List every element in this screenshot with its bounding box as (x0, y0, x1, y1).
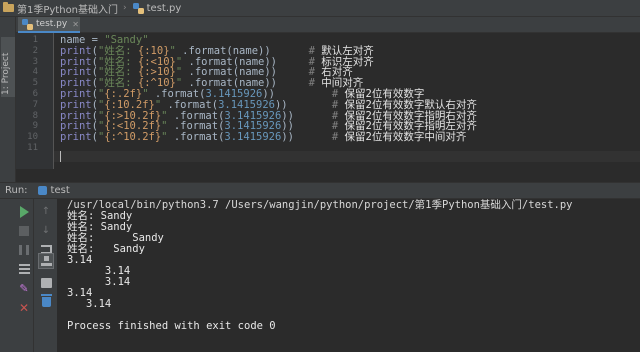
line-number: 10 (27, 132, 38, 143)
stop-icon (19, 226, 29, 236)
stop-button[interactable] (17, 224, 31, 238)
python-run-icon (37, 186, 47, 195)
console-output-line: 姓名: Sandy (67, 232, 164, 244)
code-line: print("{:^10.2f}" .format(3.1415926)) # … (60, 132, 466, 143)
run-panel-header: Run: test (0, 182, 640, 199)
console-output-line: 3.14 (67, 287, 93, 299)
run-console[interactable]: /usr/local/bin/python3.7 /Users/wangjin/… (58, 199, 640, 352)
pin-tab-button[interactable]: ✎ (17, 282, 31, 296)
code-token: # (331, 131, 345, 144)
line-number: 8 (32, 110, 38, 121)
python-file-icon (132, 2, 144, 14)
rerun-button[interactable] (17, 205, 31, 219)
close-icon[interactable]: ✕ (72, 20, 79, 29)
scroll-down-button[interactable]: ↓ (39, 224, 53, 238)
navigation-bar: 第1季Python基础入门 › test.py (0, 0, 640, 17)
arrow-down-icon: ↓ (41, 225, 51, 236)
run-panel-title: Run: (5, 185, 28, 196)
breadcrumb-separator: › (123, 3, 127, 13)
code-token: 3.1415926 (224, 131, 282, 144)
scroll-to-end-button[interactable] (39, 254, 53, 268)
line-number: 3 (32, 56, 38, 67)
close-icon: ✕ (18, 301, 30, 315)
code-area[interactable]: name = "Sandy" print("姓名: {:10}" .format(… (60, 33, 640, 169)
code-token: 保留2位有效数字中间对齐 (344, 131, 467, 144)
console-output-line: 3.14 (67, 298, 112, 310)
arrow-up-icon: ↑ (41, 206, 51, 217)
text-caret (60, 151, 61, 162)
run-config-label: test (50, 185, 70, 196)
console-output-line: 3.14 (67, 254, 93, 266)
line-number: 9 (32, 121, 38, 132)
breadcrumb-file[interactable]: test.py (132, 2, 182, 14)
print-icon (40, 278, 52, 288)
run-toolbar-primary: ✎ ✕ (0, 199, 34, 352)
line-number-gutter: 1 2 3 4 5 6 7 8 9 10 11 (16, 33, 54, 169)
console-output-line: 姓名: Sandy (67, 243, 145, 255)
console-output-line: 3.14 (67, 276, 131, 288)
scroll-up-button[interactable]: ↑ (39, 205, 53, 219)
console-output-line: 3.14 (67, 265, 131, 277)
pin-icon: ✎ (19, 282, 29, 295)
line-number: 2 (32, 45, 38, 56)
run-config-tab[interactable]: test (37, 185, 70, 196)
breadcrumb-project[interactable]: 第1季Python基础入门 (3, 1, 118, 16)
code-token: {:^10.2f} (104, 131, 162, 144)
code-editor[interactable]: 1 2 3 4 5 6 7 8 9 10 11 name = "Sandy" print("姓名: {… (16, 33, 640, 169)
console-output-line: Process finished with exit code 0 (67, 320, 276, 332)
close-run-button[interactable]: ✕ (17, 301, 31, 315)
line-number: 1 (32, 35, 38, 45)
scroll-end-icon (40, 256, 52, 266)
line-number: 4 (32, 67, 38, 78)
folder-icon (3, 2, 14, 12)
play-icon (19, 206, 29, 218)
editor-tab-row: test.py ✕ (16, 17, 640, 33)
code-token: .format( (167, 131, 225, 144)
tab-test-py[interactable]: test.py ✕ (18, 17, 80, 33)
pause-icon (19, 245, 29, 255)
code-token: print (60, 131, 92, 144)
layout-icon (18, 264, 30, 274)
line-number: 11 (27, 143, 38, 153)
breadcrumb-project-label: 第1季Python基础入门 (17, 4, 119, 16)
console-command-line: /usr/local/bin/python3.7 /Users/wangjin/… (67, 199, 573, 211)
pause-button[interactable] (17, 243, 31, 257)
clear-all-button[interactable] (39, 294, 53, 309)
tab-label: test.py (36, 19, 68, 29)
line-number: 5 (32, 78, 38, 89)
trash-icon (40, 294, 52, 307)
console-output-line: 姓名: Sandy (67, 210, 133, 222)
breadcrumb-file-label: test.py (146, 2, 182, 14)
run-toolbar-secondary: ↑ ↓ (34, 199, 58, 352)
line-number: 6 (32, 89, 38, 99)
python-file-icon (22, 18, 33, 30)
line-number: 7 (32, 99, 38, 110)
code-token: )) (281, 131, 332, 144)
restore-layout-button[interactable] (17, 262, 31, 276)
project-tool-tab-label: 1: Project (1, 52, 11, 95)
print-button[interactable] (39, 276, 53, 290)
